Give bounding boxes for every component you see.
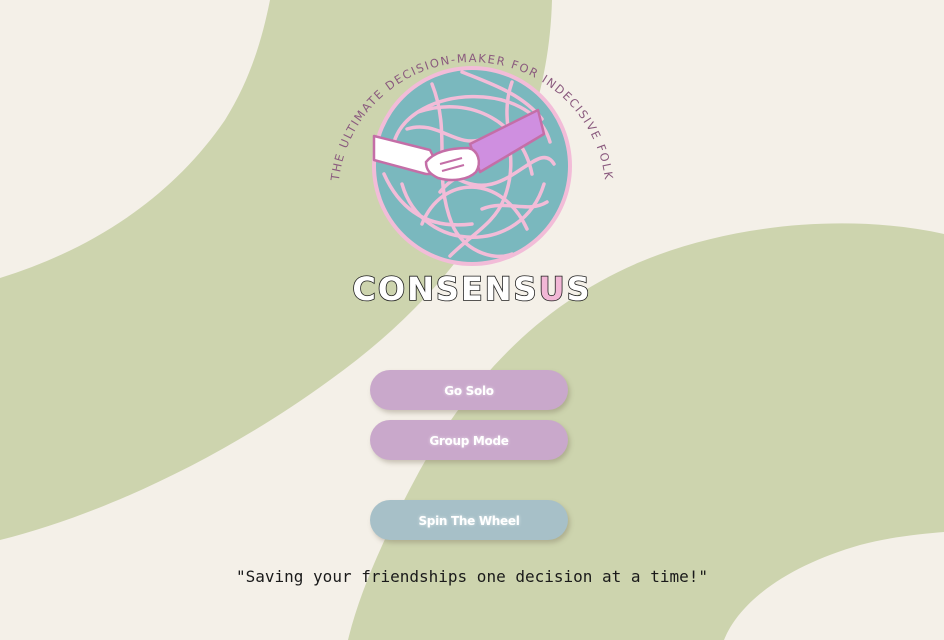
spin-the-wheel-button[interactable]: Spin The Wheel xyxy=(370,500,568,540)
wordmark-prefix: CONSENS xyxy=(352,270,538,308)
wordmark-highlight: U xyxy=(539,270,567,308)
app-screen: THE ULTIMATE DECISION-MAKER FOR INDECISI… xyxy=(0,0,944,640)
group-mode-button[interactable]: Group Mode xyxy=(370,420,568,460)
wordmark-suffix: S xyxy=(567,270,592,308)
tangled-knot-illustration xyxy=(372,66,572,266)
consensus-logo: THE ULTIMATE DECISION-MAKER FOR INDECISI… xyxy=(328,51,615,309)
tagline-text: "Saving your friendships one decision at… xyxy=(235,567,708,586)
logo-wordmark: CONSENSUS xyxy=(352,270,591,308)
go-solo-button[interactable]: Go Solo xyxy=(370,370,568,410)
